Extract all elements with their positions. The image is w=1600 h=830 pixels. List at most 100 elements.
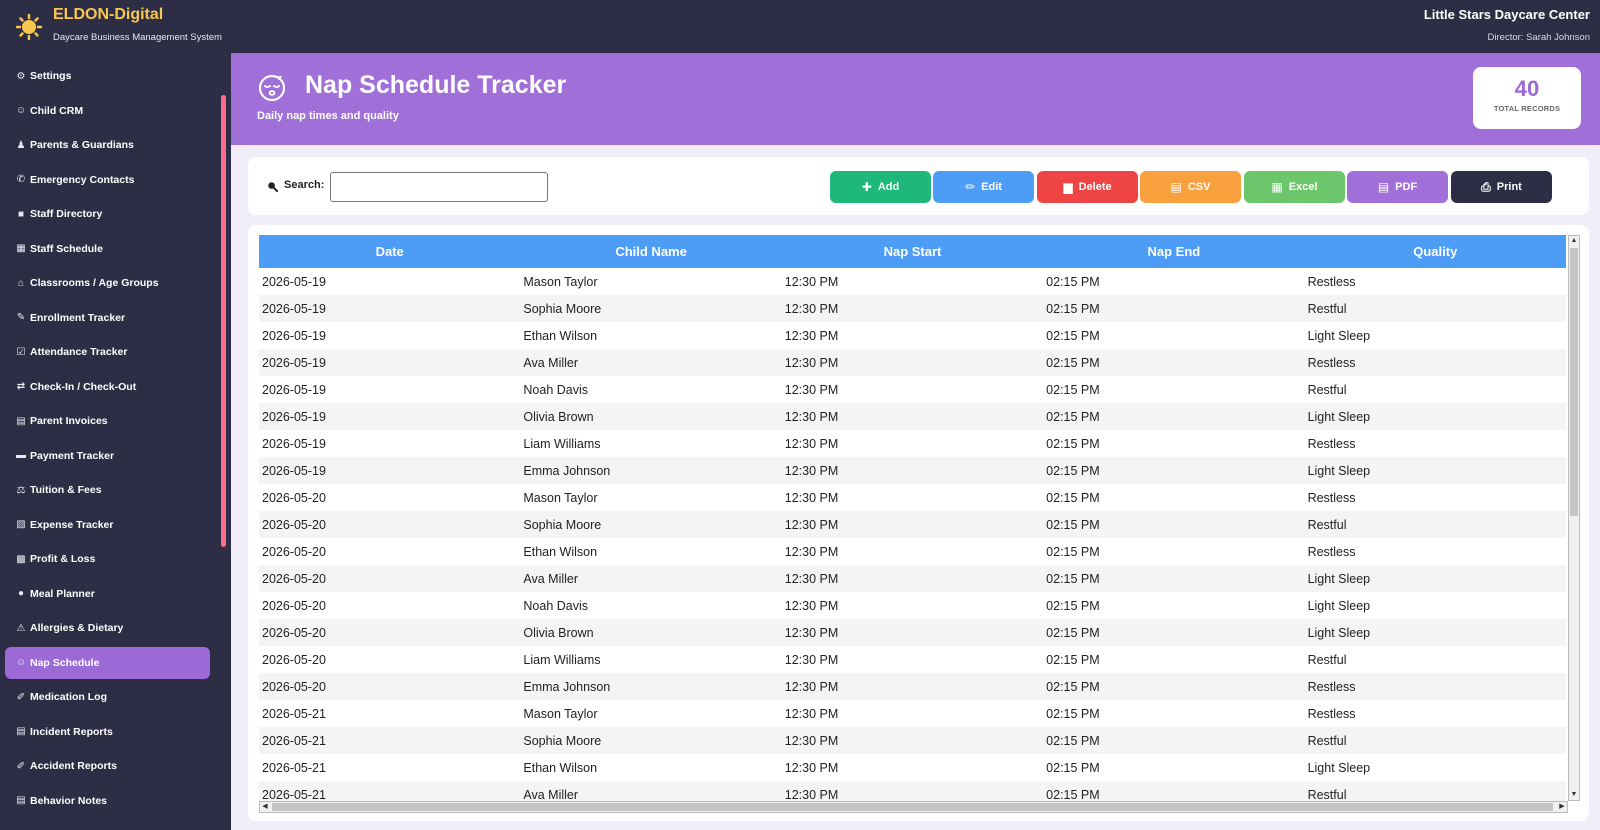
table-cell: Restful (1307, 652, 1347, 667)
table-row[interactable]: 2026-05-20 Olivia Brown 12:30 PM 02:15 PM Li… (259, 619, 1566, 646)
table-card: Date Child Name Nap Start Nap End Quality 20… (248, 225, 1589, 821)
sidebar-item-check-in-check-out[interactable]: ⇄ Check-In / Check-Out (5, 371, 210, 403)
brand-subtitle: Daycare Business Management System (53, 32, 222, 43)
table-cell: 2026-05-19 (262, 328, 326, 343)
sidebar-item-icon: ☺ (15, 105, 27, 116)
table-cell: 2026-05-20 (259, 565, 521, 592)
sidebar-item-icon: ⚠ (16, 622, 26, 634)
scroll-left-arrow-icon[interactable]: ◀ (260, 802, 270, 812)
sidebar-item-nap-schedule[interactable]: ☺ Nap Schedule (5, 646, 210, 679)
sidebar-item-classrooms-age-groups[interactable]: ⌂ Classrooms / Age Groups (5, 267, 210, 299)
sidebar-item-label: Classrooms / Age Groups (30, 277, 159, 289)
sidebar-item-allergies-dietary[interactable]: ⚠ Allergies & Dietary (5, 612, 210, 644)
horizontal-scrollbar[interactable]: ◀ ▶ (259, 801, 1568, 813)
column-header-nap-start[interactable]: Nap Start (781, 235, 1044, 268)
sidebar-item-parent-invoices[interactable]: ▤ Parent Invoices (5, 405, 210, 437)
print-button[interactable]: ⎙ Print (1451, 171, 1552, 203)
table-row[interactable]: 2026-05-21 Ethan Wilson 12:30 PM 02:15 PM Li… (259, 754, 1566, 781)
sidebar-item-icon: ⌂ (17, 277, 25, 289)
table-cell: 02:15 PM (1043, 349, 1305, 376)
sidebar-item-label: Parent Invoices (30, 415, 108, 427)
sidebar-item-child-crm[interactable]: ☺ Child CRM (5, 95, 210, 127)
table-cell: Mason Taylor (523, 274, 598, 289)
vertical-scrollbar[interactable]: ▲ ▼ (1568, 235, 1580, 801)
search-input[interactable] (330, 172, 548, 202)
sidebar-item-profit-loss[interactable]: ▩ Profit & Loss (5, 543, 210, 575)
total-records-count: 40 (1514, 76, 1540, 101)
table-cell: 2026-05-21 (262, 706, 326, 721)
sidebar-item-tuition-fees[interactable]: ⚖ Tuition & Fees (5, 474, 210, 506)
sidebar-item-label: Behavior Notes (30, 794, 108, 807)
sidebar-item-icon: ▩ (16, 553, 26, 565)
sidebar-item-payment-tracker[interactable]: ▬ Payment Tracker (5, 440, 210, 472)
table-row[interactable]: 2026-05-19 Olivia Brown 12:30 PM 02:15 PM Li… (259, 403, 1566, 430)
sidebar-item-label: Enrollment Tracker (30, 311, 126, 324)
sidebar-item-label: Staff Schedule (30, 242, 103, 255)
sidebar-item-attendance-tracker[interactable]: ☑ Attendance Tracker (5, 336, 210, 368)
table-cell: Sophia Moore (520, 511, 782, 538)
delete-button[interactable]: ▆ Delete (1037, 171, 1138, 203)
page-subtitle: Daily nap times and quality (257, 110, 399, 122)
table-row[interactable]: 2026-05-19 Noah Davis 12:30 PM 02:15 PM Rest… (259, 376, 1566, 403)
scroll-right-arrow-icon[interactable]: ▶ (1557, 802, 1567, 812)
table-row[interactable]: 2026-05-19 Ethan Wilson 12:30 PM 02:15 PM Li… (259, 322, 1566, 349)
table-row[interactable]: 2026-05-20 Noah Davis 12:30 PM 02:15 PM Ligh… (259, 592, 1566, 619)
sidebar-item-medication-log[interactable]: ✐ Medication Log (5, 681, 210, 713)
edit-button[interactable]: ✏ Edit (933, 171, 1034, 203)
column-header-child-name[interactable]: Child Name (520, 235, 782, 268)
sidebar-item-enrollment-tracker[interactable]: ✎ Enrollment Tracker (5, 302, 210, 334)
sidebar-item-staff-schedule[interactable]: ▦ Staff Schedule (5, 233, 210, 265)
table-cell: 02:15 PM (1046, 328, 1100, 343)
table-row[interactable]: 2026-05-19 Mason Taylor 12:30 PM 02:15 PM Re… (259, 268, 1566, 295)
sidebar-scrollbar[interactable] (221, 95, 226, 547)
scroll-down-arrow-icon[interactable]: ▼ (1569, 790, 1579, 800)
sidebar-item-icon: ☑ (16, 346, 26, 358)
print-icon: ⎙ (1481, 179, 1491, 194)
table-cell: Emma Johnson (520, 673, 782, 700)
table-cell: 2026-05-21 (262, 760, 326, 775)
column-header-quality[interactable]: Quality (1304, 235, 1566, 268)
sleeping-face-icon: z (258, 74, 286, 102)
table-row[interactable]: 2026-05-19 Liam Williams 12:30 PM 02:15 PM R… (259, 430, 1566, 457)
table-row[interactable]: 2026-05-20 Emma Johnson 12:30 PM 02:15 PM Re… (259, 673, 1566, 700)
table-cell: 02:15 PM (1043, 511, 1305, 538)
table-cell: Light Sleep (1304, 403, 1566, 430)
sidebar-item-emergency-contacts[interactable]: ✆ Emergency Contacts (5, 164, 210, 196)
table-row[interactable]: 2026-05-20 Mason Taylor 12:30 PM 02:15 PM Re… (259, 484, 1566, 511)
table-row[interactable]: 2026-05-20 Liam Williams 12:30 PM 02:15 PM R… (259, 646, 1566, 673)
sidebar-item-parents-guardians[interactable]: ♟ Parents & Guardians (5, 129, 210, 161)
table-row[interactable]: 2026-05-19 Emma Johnson 12:30 PM 02:15 PM Li… (259, 457, 1566, 484)
horizontal-scroll-thumb[interactable] (272, 803, 1553, 811)
vertical-scroll-thumb[interactable] (1570, 248, 1578, 516)
table-row[interactable]: 2026-05-20 Ava Miller 12:30 PM 02:15 PM Ligh… (259, 565, 1566, 592)
add-button[interactable]: ✚ Add (830, 171, 931, 203)
table-row[interactable]: 2026-05-20 Ethan Wilson 12:30 PM 02:15 PM Re… (259, 538, 1566, 565)
table-cell: 2026-05-20 (259, 673, 521, 700)
search-icon (268, 182, 278, 192)
table-row[interactable]: 2026-05-19 Ava Miller 12:30 PM 02:15 PM Rest… (259, 349, 1566, 376)
scroll-up-arrow-icon[interactable]: ▲ (1569, 236, 1579, 246)
table-row[interactable]: 2026-05-21 Sophia Moore 12:30 PM 02:15 PM Re… (259, 727, 1566, 754)
sidebar-item-label: Profit & Loss (30, 553, 96, 565)
column-header-nap-end[interactable]: Nap End (1043, 235, 1305, 268)
sidebar-item-incident-reports[interactable]: ▤ Incident Reports (5, 716, 210, 748)
csv-button[interactable]: ▤ CSV (1140, 171, 1241, 203)
edit-button-label: Edit (981, 181, 1002, 193)
delete-icon: ▆ (1063, 180, 1073, 194)
sidebar-item-settings[interactable]: ⚙ Settings (5, 60, 210, 92)
table-cell: Restful (1304, 511, 1566, 538)
sidebar-item-staff-directory[interactable]: ■ Staff Directory (5, 198, 210, 230)
pdf-button[interactable]: ▤ PDF (1347, 171, 1448, 203)
sidebar-item-icon: ● (17, 588, 25, 599)
sidebar-item-icon: ✆ (16, 174, 26, 185)
excel-button[interactable]: ▦ Excel (1244, 171, 1345, 203)
sidebar-item-behavior-notes[interactable]: ▤ Behavior Notes (5, 785, 210, 817)
table-row[interactable]: 2026-05-21 Mason Taylor 12:30 PM 02:15 PM Re… (259, 700, 1566, 727)
brand-name: ELDON-Digital (53, 6, 164, 23)
table-row[interactable]: 2026-05-19 Sophia Moore 12:30 PM 02:15 PM Re… (259, 295, 1566, 322)
sidebar-item-meal-planner[interactable]: ● Meal Planner (5, 578, 210, 610)
column-header-date[interactable]: Date (259, 235, 521, 268)
table-row[interactable]: 2026-05-20 Sophia Moore 12:30 PM 02:15 PM Re… (259, 511, 1566, 538)
sidebar-item-accident-reports[interactable]: ✐ Accident Reports (5, 750, 210, 782)
sidebar-item-expense-tracker[interactable]: ▧ Expense Tracker (5, 509, 210, 541)
